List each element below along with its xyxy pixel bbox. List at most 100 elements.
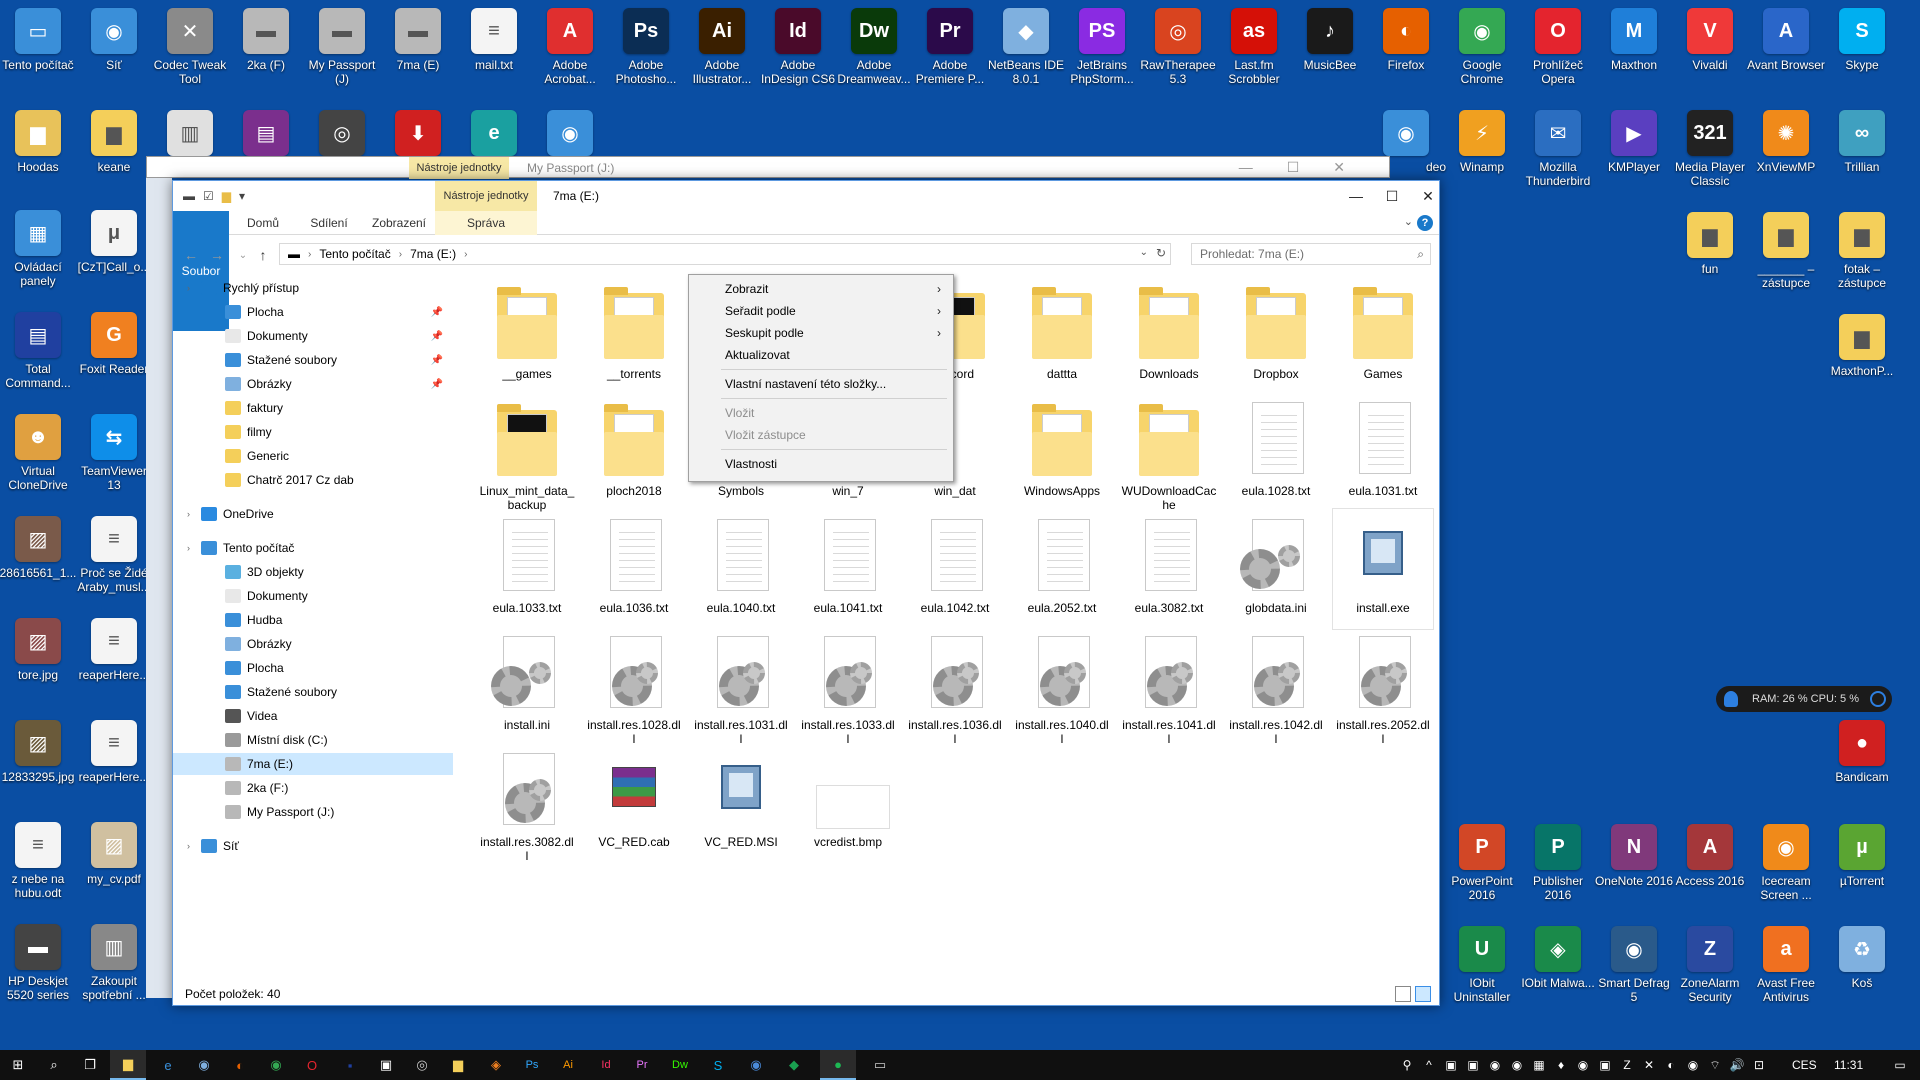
nav-pc-item[interactable]: Dokumenty [173,585,453,607]
nav-quick-item[interactable]: filmy [173,421,453,443]
desktop-icon-left2-4[interactable]: ≡ reaperHere... [76,612,152,708]
desktop-icon-top-14[interactable]: PS JetBrains PhpStorm... [1064,2,1140,98]
back-tools-tab[interactable]: Nástroje jednotky [409,157,509,179]
file-item[interactable]: Games [1333,275,1433,395]
tray-icon[interactable]: ✕ [1638,1058,1660,1072]
desktop-icon-left2-5[interactable]: ≡ reaperHere... [76,714,152,810]
taskbar-dreamweaver-icon[interactable]: Dw [662,1050,698,1080]
tray-icon[interactable]: ▦ [1528,1058,1550,1072]
desktop-icon-br2-1[interactable]: ◈ IObit Malwa... [1520,920,1596,1016]
tray-icon[interactable]: ◉ [1572,1058,1594,1072]
desktop-icon-br1-3[interactable]: A Access 2016 [1672,818,1748,914]
desktop-icon-top-9[interactable]: Ai Adobe Illustrator... [684,2,760,98]
nav-quick-item[interactable]: Plocha 📌 [173,301,453,323]
desktop-icon-br1-5[interactable]: µ µTorrent [1824,818,1900,914]
nav-quick-item[interactable]: Stažené soubory 📌 [173,349,453,371]
desktop-icon-top-15[interactable]: ◎ RawTherapee 5.3 [1140,2,1216,98]
taskbar-app-icon[interactable]: ◉ [186,1050,222,1080]
desktop-icon-row2r-1[interactable]: ✉ Mozilla Thunderbird [1520,104,1596,200]
file-item[interactable]: install.res.1033.dll [798,626,898,746]
desktop-icon-top-10[interactable]: Id Adobe InDesign CS6 [760,2,836,98]
file-item[interactable]: eula.1040.txt [691,509,791,629]
file-item[interactable]: Dropbox [1226,275,1326,395]
file-item[interactable]: install.res.1028.dll [584,626,684,746]
taskbar-save-icon[interactable]: ▪ [332,1050,368,1080]
forward-arrow-icon[interactable]: → [207,245,227,265]
desktop-icon-left2-6[interactable]: ▨ my_cv.pdf [76,816,152,912]
context-menu-item[interactable]: Zobrazit › [691,278,951,300]
taskbar-premiere-icon[interactable]: Pr [624,1050,660,1080]
language-indicator[interactable]: CES [1792,1050,1817,1080]
file-item[interactable]: eula.1028.txt [1226,392,1326,512]
file-item[interactable]: eula.1042.txt [905,509,1005,629]
desktop-icon-top-11[interactable]: Dw Adobe Dreamweav... [836,2,912,98]
desktop-icon-br2-3[interactable]: Z ZoneAlarm Security [1672,920,1748,1016]
tray-icon[interactable]: Z [1616,1058,1638,1072]
desktop-icon-top-2[interactable]: ✕ Codec Tweak Tool [152,2,228,98]
clock[interactable]: 11:31 [1834,1050,1863,1080]
desktop-icon-top-20[interactable]: O Prohlížeč Opera [1520,2,1596,98]
desktop-icon-row2r-5[interactable]: ∞ Trillian [1824,104,1900,200]
nav-network[interactable]: › Síť [173,835,453,857]
desktop-icon-left2-3[interactable]: ≡ Proč se Židé Araby_musl... [76,510,152,606]
desktop-icon-top-16[interactable]: as Last.fm Scrobbler [1216,2,1292,98]
file-item[interactable]: __games [477,275,577,395]
desktop-icon-left1-7[interactable]: ▬ HP Deskjet 5520 series [0,918,76,1014]
breadcrumb-current[interactable]: 7ma (E:) [410,247,456,261]
nav-quick-item[interactable]: Chatrč 2017 Cz dab [173,469,453,491]
desktop-icon-top-6[interactable]: ≡ mail.txt [456,2,532,98]
tray-icon[interactable]: ◐ [1660,1058,1682,1072]
title-bar[interactable]: ▬ ☑ ▆ ▾ Nástroje jednotky 7ma (E:) — ☐ ✕ [173,181,1439,211]
file-item[interactable]: install.exe [1332,508,1434,630]
file-item[interactable]: eula.3082.txt [1119,509,1219,629]
desktop-icon-rightmid-3[interactable]: ▆ MaxthonP... [1824,308,1900,404]
desktop-icon-left2-1[interactable]: G Foxit Reader [76,306,152,402]
ribbon-expand-icon[interactable]: ⌄ [1404,215,1413,228]
tray-icon[interactable]: ⚲ [1396,1058,1418,1072]
tab-domu[interactable]: Domů [233,211,293,235]
desktop-icon-top-5[interactable]: ▬ 7ma (E) [380,2,456,98]
nav-pc-item[interactable]: 3D objekty [173,561,453,583]
tray-icon[interactable]: ▣ [1462,1058,1484,1072]
desktop-icon-top-13[interactable]: ◆ NetBeans IDE 8.0.1 [988,2,1064,98]
desktop-icon-left1-6[interactable]: ≡ z nebe na hubu.odt [0,816,76,912]
desktop-icon-left1-5[interactable]: ▨ 12833295.jpg [0,714,76,810]
tray-icon[interactable]: ◉ [1506,1058,1528,1072]
drive-icon[interactable]: ▬ [183,189,195,203]
close-button[interactable]: ✕ [1405,181,1451,211]
file-item[interactable]: eula.1036.txt [584,509,684,629]
context-menu-item[interactable]: Seskupit podle › [691,322,951,344]
file-item[interactable]: globdata.ini [1226,509,1326,629]
address-dropdown-icon[interactable]: ⌄ [1140,247,1148,258]
desktop-icon-br2-5[interactable]: ♻ Koš [1824,920,1900,1016]
file-item[interactable]: install.res.1041.dll [1119,626,1219,746]
desktop-icon-top-18[interactable]: ◐ Firefox [1368,2,1444,98]
desktop-icon-br2-2[interactable]: ◉ Smart Defrag 5 [1596,920,1672,1016]
file-item[interactable]: ploch2018 [584,392,684,512]
file-item[interactable]: eula.1033.txt [477,509,577,629]
context-menu-item[interactable]: Seřadit podle › [691,300,951,322]
taskbar-folder2-icon[interactable]: ▆ [440,1050,476,1080]
tray-icon[interactable]: ▣ [1440,1058,1462,1072]
nav-quick-item[interactable]: Generic [173,445,453,467]
context-menu-item[interactable]: Vlastní nastavení této složky... [691,373,951,395]
nav-quick-access[interactable]: › Rychlý přístup [173,277,453,299]
nav-pc-item[interactable]: My Passport (J:) [173,801,453,823]
system-monitor-widget[interactable]: RAM: 26 % CPU: 5 % [1716,686,1892,712]
desktop-icon-top-0[interactable]: ▭ Tento počítač [0,2,76,98]
nav-quick-item[interactable]: Obrázky 📌 [173,373,453,395]
tray-icon[interactable]: ▣ [1594,1058,1616,1072]
breadcrumb-separator-icon[interactable]: › [399,249,402,260]
desktop-icon-rightmid-2[interactable]: ▆ fotak – zástupce [1824,206,1900,302]
file-item[interactable]: install.ini [477,626,577,746]
taskbar-app4-icon[interactable]: ◉ [738,1050,774,1080]
file-item[interactable]: eula.2052.txt [1012,509,1112,629]
desktop-icon-top-17[interactable]: ♪ MusicBee [1292,2,1368,98]
desktop-icon-br1-1[interactable]: P Publisher 2016 [1520,818,1596,914]
tray-icon[interactable]: ◉ [1682,1058,1704,1072]
context-menu-item[interactable]: Aktualizovat [691,344,951,366]
nav-quick-item[interactable]: Dokumenty 📌 [173,325,453,347]
desktop-icon-top-1[interactable]: ◉ Síť [76,2,152,98]
up-arrow-icon[interactable]: ↑ [253,245,273,265]
tab-drive-tools[interactable]: Nástroje jednotky [435,181,537,211]
